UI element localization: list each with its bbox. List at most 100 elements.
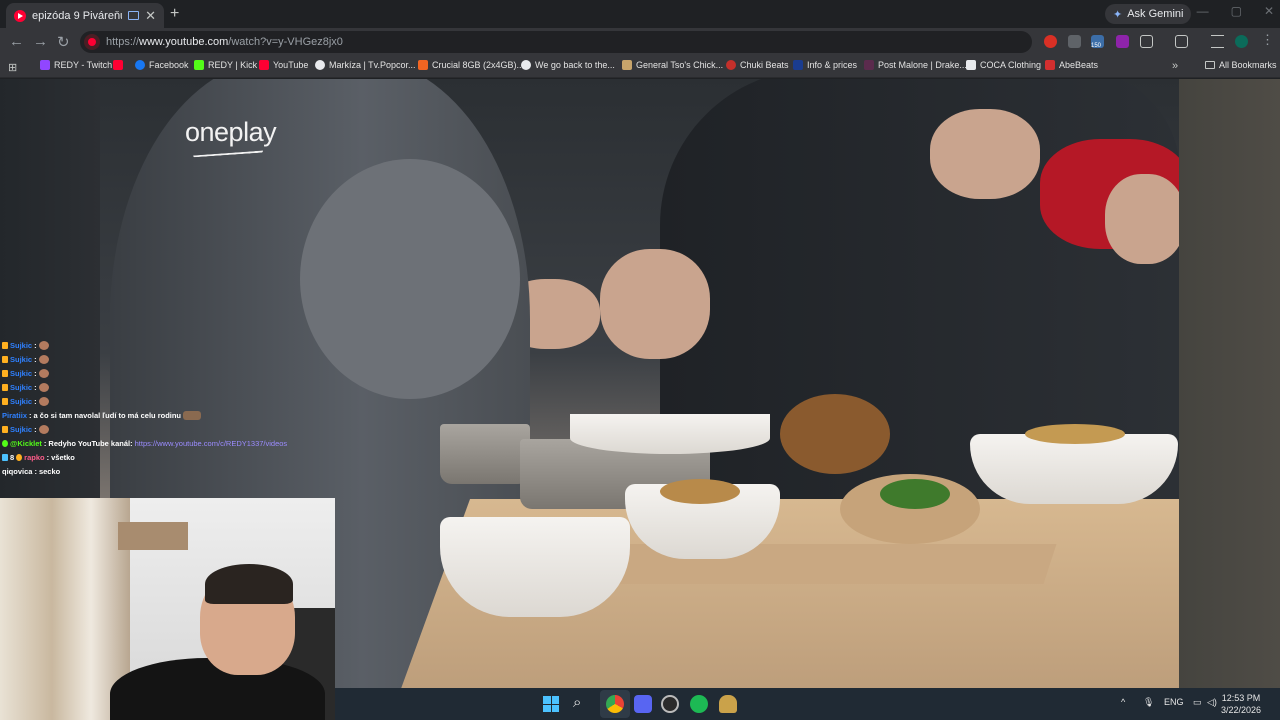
tab-search-icon[interactable] [1175,35,1188,48]
address-bar[interactable]: https://www.youtube.com/watch?v=y-VHGez8… [80,31,1032,53]
extension-red-icon[interactable] [1044,35,1057,48]
bookmarks-overflow-chevron-icon[interactable]: » [1172,60,1178,72]
person-arm-figure [300,159,520,399]
new-tab-button[interactable]: + [170,5,179,23]
chat-message: 8 rapko : všetko [2,450,332,464]
pancake-figure [1025,424,1125,444]
chat-message: Piratiix : a čo si tam navolal ľudí to m… [2,408,332,422]
all-bookmarks-button[interactable]: All Bookmarks [1205,60,1277,70]
forward-button[interactable]: → [33,33,48,50]
streamer-hair-figure [205,564,293,604]
bowl-figure [570,414,770,454]
window-controls: — ▢ ✕ [1197,4,1274,18]
site-info-icon[interactable] [84,34,100,50]
emote-icon [38,382,49,392]
browser-toolbar: ← → ↻ https://www.youtube.com/watch?v=y-… [0,28,1280,56]
extension-badge-count: 150 [1091,43,1102,49]
youtube-icon [113,60,123,70]
reading-list-icon[interactable] [1211,35,1224,48]
chat-message: Sujkic : [2,352,332,366]
roast-chicken-figure [780,394,890,474]
discord-icon[interactable] [634,695,652,713]
windows-taskbar: ⌕ ^ 🎙 ENG ▭ ◁) 12:53 PM 3/22/2026 [335,688,1280,720]
white-bowl-figure [970,434,1178,504]
emote-icon [183,410,202,420]
bookmark-item[interactable]: We go back to the... [521,60,615,70]
extensions-puzzle-icon[interactable] [1140,35,1153,48]
tab-strip: epizóda 9 Piváreňu u Kultú ✕ + ✦ Ask Gem… [0,0,1280,28]
chat-badge-icon [2,383,8,391]
video-right-border [1179,79,1280,688]
chat-message: Sujkic : [2,394,332,408]
network-icon[interactable]: ▭ [1193,697,1202,708]
bookmark-item[interactable]: Info & prices [793,60,857,70]
obs-icon[interactable] [661,695,679,713]
apps-grid-icon[interactable]: ⊞ [8,61,17,74]
noodles-figure [660,479,740,504]
bookmark-item[interactable]: Chuki Beats [726,60,789,70]
facebook-icon [135,60,145,70]
chat-badge-icon [2,397,8,405]
ask-gemini-button[interactable]: ✦ Ask Gemini [1105,4,1192,24]
back-button[interactable]: ← [9,33,24,50]
herbs-figure [880,479,950,509]
hand-figure [930,109,1040,199]
tab-title: epizóda 9 Piváreňu u Kultú [32,9,123,22]
chat-badge-icon [16,453,23,461]
microphone-icon[interactable]: 🎙 [1143,697,1154,708]
bookmark-item[interactable] [113,60,127,70]
reload-button[interactable]: ↻ [57,33,70,51]
twitch-icon [40,60,50,70]
crucial-icon [418,60,428,70]
clock[interactable]: 12:53 PM 3/22/2026 [1221,692,1261,716]
volume-icon[interactable]: ◁) [1207,697,1217,708]
bookmark-item[interactable]: Facebook [135,60,189,70]
kick-icon [194,60,204,70]
chat-message: qiqovica : secko [2,466,61,476]
post-malone-icon [864,60,874,70]
extension-arrow-icon[interactable] [1068,35,1081,48]
chuki-beats-icon [726,60,736,70]
chat-badge-icon [2,369,8,377]
steel-pot-figure [440,424,530,484]
app-icon[interactable] [719,695,737,713]
language-indicator[interactable]: ENG [1164,697,1184,707]
chrome-icon[interactable] [606,695,624,713]
search-icon[interactable]: ⌕ [573,694,581,711]
google-icon [521,60,531,70]
spotify-icon[interactable] [690,695,708,713]
tray-chevron-icon[interactable]: ^ [1121,697,1125,707]
bookmark-item[interactable]: General Tso's Chick... [622,60,723,70]
youtube-icon [259,60,269,70]
minimize-button[interactable]: — [1197,4,1209,18]
chat-message: Sujkic : [2,366,332,380]
profile-avatar-icon[interactable] [1235,35,1248,48]
bookmark-item[interactable]: COCA Clothing [966,60,1041,70]
close-window-button[interactable]: ✕ [1264,4,1274,18]
webcam-overlay [0,498,335,720]
url-text: https://www.youtube.com/watch?v=y-VHGez8… [106,36,343,48]
emote-icon [38,340,49,350]
bookmark-item[interactable]: REDY | Kick [194,60,257,70]
recipe-icon [622,60,632,70]
emote-icon [38,424,49,434]
bookmark-item[interactable]: AbeBeats [1045,60,1098,70]
youtube-favicon-icon [14,9,26,22]
shelf-box-figure [118,522,188,550]
tab-close-button[interactable]: ✕ [145,8,156,24]
windows-start-icon[interactable] [543,696,559,712]
browser-tab[interactable]: epizóda 9 Piváreňu u Kultú ✕ [6,3,164,28]
bookmark-item[interactable]: Markíza | Tv.Popcor... [315,60,416,70]
chat-badge-icon [2,341,8,349]
maximize-button[interactable]: ▢ [1231,4,1242,18]
chat-link[interactable]: https://www.youtube.com/c/REDY1337/video… [135,439,288,448]
bookmark-item[interactable]: YouTube [259,60,308,70]
bookmark-item[interactable]: Crucial 8GB (2x4GB)... [418,60,524,70]
white-bowl-figure [440,517,630,617]
bookmark-item[interactable]: Post Malone | Drake... [864,60,967,70]
beatstars-icon [793,60,803,70]
bookmark-item[interactable]: REDY - Twitch [40,60,112,70]
extension-twitch-icon[interactable] [1116,35,1129,48]
menu-kebab-icon[interactable]: ⋮ [1261,32,1274,48]
ask-gemini-label: Ask Gemini [1127,8,1184,20]
